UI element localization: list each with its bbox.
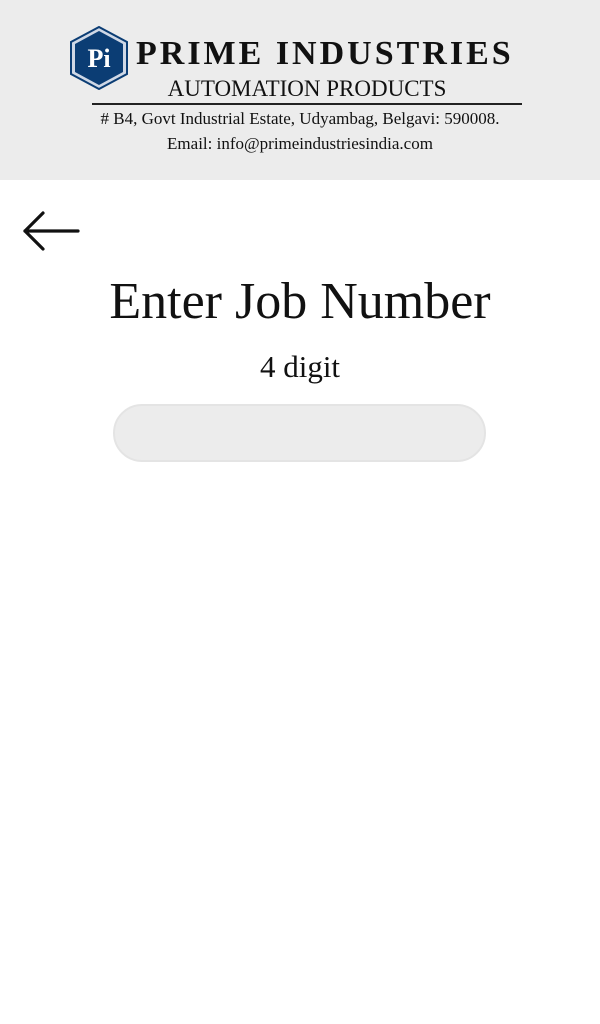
page-subtitle: 4 digit bbox=[259, 349, 341, 384]
company-name: PRIME INDUSTRIES bbox=[136, 35, 514, 72]
company-header: Pi PRIME INDUSTRIES AUTOMATION PRODUCTS … bbox=[0, 0, 600, 180]
page-title: Enter Job Number bbox=[109, 273, 491, 330]
header-divider bbox=[92, 103, 522, 105]
company-tagline: AUTOMATION PRODUCTS bbox=[167, 76, 447, 101]
logo-text: Pi bbox=[87, 44, 110, 73]
arrow-left-icon bbox=[23, 211, 80, 251]
company-email: Email: info@primeindustriesindia.com bbox=[167, 134, 433, 153]
back-button[interactable] bbox=[18, 205, 84, 257]
company-address: # B4, Govt Industrial Estate, Udyambag, … bbox=[100, 109, 500, 128]
job-number-input[interactable] bbox=[113, 404, 486, 462]
job-number-screen: Pi PRIME INDUSTRIES AUTOMATION PRODUCTS … bbox=[0, 0, 600, 1024]
